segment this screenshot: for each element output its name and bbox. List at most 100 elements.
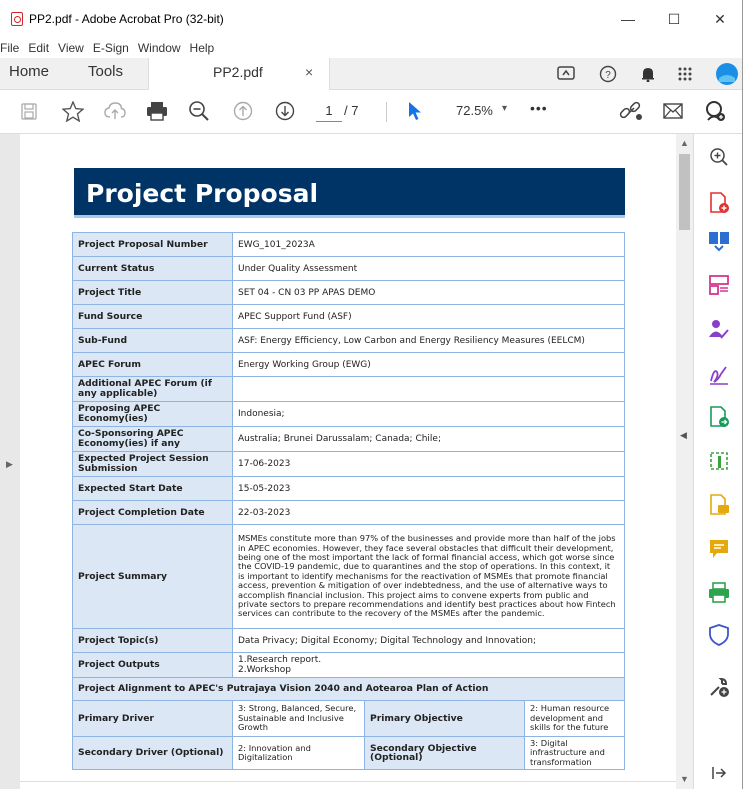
next-page-icon[interactable] [272, 98, 298, 124]
row-label: Co-Sponsoring APEC Economy(ies) if any [72, 426, 233, 452]
fill-and-sign-icon[interactable] [706, 362, 732, 388]
help-icon[interactable]: ? [596, 58, 620, 90]
protect-shield-icon[interactable] [706, 622, 732, 648]
tab-document-label: PP2.pdf [213, 64, 263, 80]
title-bar: PP2.pdf - Adobe Acrobat Pro (32-bit) — ☐… [0, 0, 743, 38]
more-tools-icon[interactable]: ••• [530, 100, 548, 116]
acrobat-logo-icon [11, 12, 23, 26]
zoom-dropdown-icon[interactable]: ▾ [502, 103, 507, 114]
print-icon[interactable] [144, 98, 170, 124]
close-button[interactable]: ✕ [697, 0, 743, 38]
row-value: Australia; Brunei Darussalam; Canada; Ch… [232, 426, 625, 452]
combine-files-icon[interactable] [706, 228, 732, 254]
row-value [232, 376, 625, 402]
zoom-in-icon[interactable] [706, 144, 732, 170]
row-value: Indonesia; [232, 401, 625, 427]
row-value: Energy Working Group (EWG) [232, 352, 625, 377]
menu-window[interactable]: Window [138, 41, 181, 55]
tab-home[interactable]: Home [9, 63, 49, 80]
secondary-driver-value: 2: Innovation and Digitalization [232, 735, 365, 771]
notifications-bell-icon[interactable] [636, 58, 660, 90]
secondary-driver-label: Secondary Driver (Optional) [72, 735, 233, 771]
page-total: / 7 [344, 103, 359, 118]
project-outputs-value: 1.Research report. 2.Workshop [232, 652, 625, 678]
email-icon[interactable] [660, 98, 686, 124]
organize-pages-icon[interactable] [706, 272, 732, 298]
previous-page-icon[interactable] [230, 98, 256, 124]
add-person-icon[interactable] [702, 98, 728, 124]
tab-document[interactable]: PP2.pdf × [148, 58, 330, 90]
zoom-level[interactable]: 72.5% [456, 103, 493, 118]
project-summary-text: MSMEs constitute more than 97% of the bu… [232, 524, 625, 629]
menu-bar: File Edit View E-Sign Window Help [0, 38, 743, 58]
scan-ocr-icon[interactable] [706, 580, 732, 606]
row-value: 15-05-2023 [232, 476, 625, 501]
scrollbar-thumb[interactable] [679, 154, 690, 230]
row-label: Project Title [72, 280, 233, 305]
save-icon[interactable] [18, 98, 40, 124]
menu-edit[interactable]: Edit [28, 41, 49, 55]
secondary-objective-label: Secondary Objective (Optional) [364, 735, 525, 771]
customize-tools-icon[interactable] [706, 674, 732, 700]
sticky-note-icon[interactable] [706, 536, 732, 562]
page-number-input[interactable]: 1 [316, 100, 342, 122]
primary-driver-value: 3: Strong, Balanced, Secure, Sustainable… [232, 700, 365, 737]
pdf-page-next [20, 781, 676, 789]
page-heading: Project Proposal [86, 179, 319, 208]
row-value: APEC Support Fund (ASF) [232, 304, 625, 329]
tab-bar: Home Tools PP2.pdf × ? [0, 58, 743, 90]
row-label: Expected Start Date [72, 476, 233, 501]
row-value: Under Quality Assessment [232, 256, 625, 281]
row-label: Sub-Fund [72, 328, 233, 353]
row-value: EWG_101_2023A [232, 232, 625, 257]
edit-pdf-icon[interactable] [706, 448, 732, 474]
maximize-button[interactable]: ☐ [651, 0, 697, 38]
alignment-heading: Project Alignment to APEC's Putrajaya Vi… [72, 677, 625, 701]
menu-help[interactable]: Help [190, 41, 215, 55]
request-signatures-icon[interactable] [706, 316, 732, 342]
cloud-upload-icon[interactable] [102, 98, 128, 124]
row-value: Data Privacy; Digital Economy; Digital T… [232, 628, 625, 653]
menu-file[interactable]: File [0, 41, 19, 55]
primary-driver-label: Primary Driver [72, 700, 233, 737]
menu-esign[interactable]: E-Sign [93, 41, 129, 55]
apps-grid-icon[interactable] [673, 58, 697, 90]
output-item: 1.Research report. [238, 655, 322, 665]
row-label: Project Completion Date [72, 500, 233, 525]
toolbar-divider [386, 102, 387, 122]
collapse-right-panel-icon[interactable]: ◀ [680, 430, 687, 441]
user-avatar[interactable] [714, 58, 740, 90]
comment-icon[interactable] [706, 492, 732, 518]
tab-tools[interactable]: Tools [88, 63, 123, 80]
select-cursor-icon[interactable] [404, 98, 426, 124]
svg-text:?: ? [605, 70, 611, 81]
row-label: Project Summary [72, 524, 233, 629]
proposal-table: Project Proposal Number EWG_101_2023A Cur… [72, 232, 625, 771]
row-label: Proposing APEC Economy(ies) [72, 401, 233, 427]
right-tools-pane [693, 134, 743, 789]
minimize-button[interactable]: — [605, 0, 651, 38]
row-label: Expected Project Session Submission [72, 451, 233, 477]
row-label: Project Topic(s) [72, 628, 233, 653]
expand-left-icon: ▶ [6, 459, 13, 469]
menu-view[interactable]: View [58, 41, 84, 55]
row-value: 22-03-2023 [232, 500, 625, 525]
scroll-down-icon[interactable]: ▼ [680, 774, 689, 784]
export-pdf-icon[interactable] [706, 404, 732, 430]
zoom-out-icon[interactable] [186, 98, 212, 124]
primary-objective-value: 2: Human resource development and skills… [524, 700, 625, 737]
share-screen-icon[interactable] [554, 58, 578, 90]
create-pdf-icon[interactable] [706, 190, 732, 216]
bookmark-star-icon[interactable] [60, 98, 86, 124]
toolbar: 1 / 7 72.5% ▾ ••• [0, 90, 743, 134]
vertical-scrollbar[interactable]: ▲ ▼ [676, 134, 693, 789]
proposal-banner: Project Proposal [74, 168, 625, 218]
left-panel-toggle[interactable]: ▶ [0, 134, 20, 789]
primary-objective-label: Primary Objective [364, 700, 525, 737]
scroll-up-icon[interactable]: ▲ [680, 138, 689, 148]
share-link-icon[interactable] [618, 98, 644, 124]
window-title: PP2.pdf - Adobe Acrobat Pro (32-bit) [29, 12, 224, 26]
row-label: APEC Forum [72, 352, 233, 377]
tab-close-icon[interactable]: × [305, 64, 313, 80]
collapse-tools-pane-icon[interactable] [706, 760, 732, 786]
